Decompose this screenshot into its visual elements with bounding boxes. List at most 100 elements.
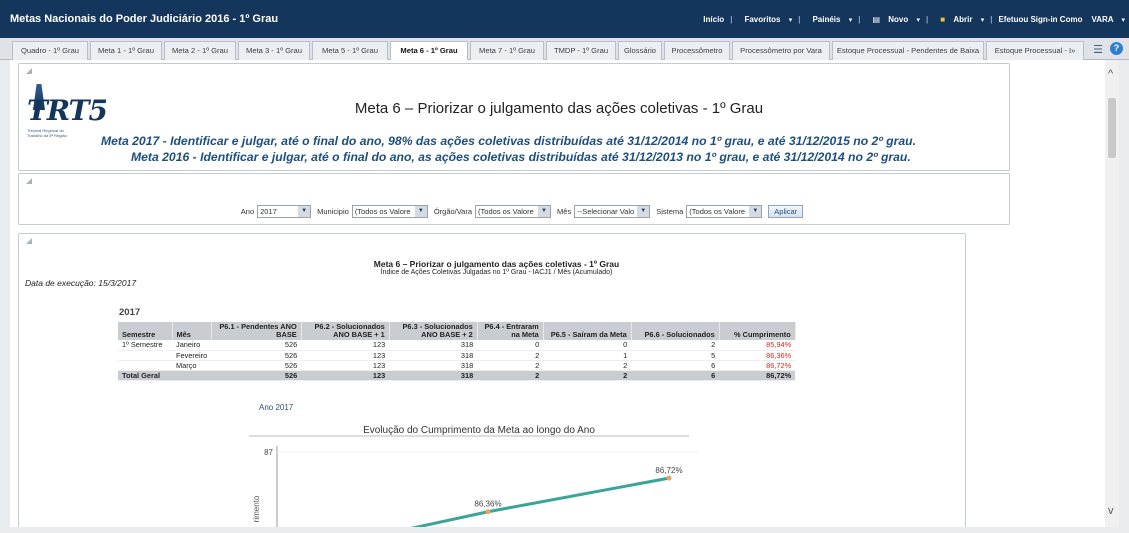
panel-collapse-icon[interactable] <box>26 68 32 74</box>
nav-abrir[interactable]: ■ Abrir ▾ <box>934 15 984 24</box>
cell: 318 <box>389 350 478 361</box>
filter-orgao-value: (Todos os Valore <box>478 207 534 216</box>
filter-mes-value: --Selecionar Valo <box>577 207 635 216</box>
logo-subtitle: Tribunal Regional do Trabalho da 5ª Regi… <box>27 128 67 138</box>
scroll-down-icon[interactable]: v <box>1108 505 1114 517</box>
banner-panel: TRT5 Tribunal Regional do Trabalho da 5ª… <box>18 63 1010 171</box>
cell-percent: 85,94% <box>719 340 796 351</box>
cell: Fevereiro <box>172 350 212 361</box>
filter-sistema-value: (Todos os Valore <box>689 207 746 216</box>
cell: 2 <box>631 340 720 351</box>
tab-tmdp[interactable]: TMDP - 1º Grau <box>546 41 616 60</box>
scroll-up-icon[interactable]: ^ <box>1108 68 1113 80</box>
help-icon[interactable]: ? <box>1110 42 1123 55</box>
nav-novo-label: Novo <box>888 15 909 24</box>
vertical-scrollbar[interactable]: ^ v <box>1105 60 1119 527</box>
tab-meta-2[interactable]: Meta 2 - 1º Grau <box>164 41 236 60</box>
panel-collapse-icon[interactable] <box>26 178 32 184</box>
tab-processometro[interactable]: Processômetro <box>664 41 730 60</box>
filter-orgao-select[interactable]: (Todos os Valore ▼ <box>475 205 552 218</box>
chart-year-label: Ano 2017 <box>259 403 294 412</box>
nav-divider: | <box>990 15 993 24</box>
cell: 526 <box>211 340 302 351</box>
banner-meta-2017: Meta 2017 - Identificar e julgar, até o … <box>101 134 916 148</box>
user-name: VARA <box>1091 15 1114 24</box>
filter-municipio-select[interactable]: (Todos os Valore ▼ <box>351 205 428 218</box>
chevron-down-icon: ▾ <box>788 17 793 24</box>
tab-quadro[interactable]: Quadro - 1º Grau <box>12 41 88 60</box>
filter-ano-value: 2017 <box>260 207 277 216</box>
folder-icon: ■ <box>940 15 946 24</box>
line-chart: 87rimento85,94%86,36%86,72% <box>249 435 699 527</box>
cell: Março <box>172 360 212 371</box>
tab-meta-6[interactable]: Meta 6 - 1º Grau <box>390 41 468 61</box>
cell: 1º Semestre <box>118 340 172 351</box>
cell-percent: 86,36% <box>719 350 796 361</box>
chevron-down-icon: ▾ <box>848 17 853 24</box>
dashboard-tabs: Quadro - 1º Grau Meta 1 - 1º Grau Meta 2… <box>0 38 1129 61</box>
filter-municipio-value: (Todos os Valore <box>354 207 411 216</box>
report-year: 2017 <box>119 307 141 318</box>
filter-ano-select[interactable]: 2017 ▼ <box>257 205 312 218</box>
cell: 318 <box>389 370 478 381</box>
tab-meta-3[interactable]: Meta 3 - 1º Grau <box>238 41 310 60</box>
cell: 123 <box>301 360 390 371</box>
cell: 123 <box>301 350 390 361</box>
chevron-down-icon: ▾ <box>1121 17 1125 24</box>
tab-processometro-vara[interactable]: Processômetro por Vara <box>732 41 830 60</box>
banner-meta-2016: Meta 2016 - Identificar e julgar, até o … <box>131 150 911 164</box>
panel-collapse-icon[interactable] <box>26 238 32 244</box>
nav-novo[interactable]: ▤ Novo ▾ <box>866 15 920 24</box>
col-mes: Mês <box>172 322 212 340</box>
filter-bar: Ano 2017 ▼ Municipio (Todos os Valore ▼ Ór… <box>19 205 1019 218</box>
nav-divider: | <box>798 15 801 24</box>
cell: 2 <box>477 360 544 371</box>
results-table: Semestre Mês P6.1 - Pendentes ANO BASE P… <box>118 322 796 381</box>
cell: 0 <box>543 340 632 351</box>
cell: 2 <box>543 360 632 371</box>
tab-glossario[interactable]: Glossário <box>618 41 662 60</box>
tab-meta-1[interactable]: Meta 1 - 1º Grau <box>90 41 162 60</box>
table-row: 1º Semestre Janeiro 526 123 318 0 0 2 85… <box>118 340 796 351</box>
chevron-down-icon: ▼ <box>637 206 650 217</box>
nav-divider: | <box>858 15 861 24</box>
data-point <box>485 509 491 515</box>
cell: 318 <box>389 360 478 371</box>
data-label: 86,36% <box>474 500 501 509</box>
user-menu[interactable]: VARA ▾ <box>1085 15 1125 24</box>
filter-sistema-select[interactable]: (Todos os Valore ▼ <box>686 205 763 218</box>
nav-favoritos[interactable]: Favoritos ▾ <box>738 15 792 24</box>
col-p65: P6.5 - Saíram da Meta <box>543 322 632 340</box>
cell <box>118 350 172 361</box>
tab-meta-5[interactable]: Meta 5 - 1º Grau <box>312 41 388 60</box>
scroll-thumb[interactable] <box>1108 98 1116 158</box>
tab-estoque-processual[interactable]: Estoque Processual - I» <box>986 41 1084 60</box>
report-panel: Meta 6 – Priorizar o julgamento das açõe… <box>18 233 966 527</box>
y-tick-label: 87 <box>264 448 273 457</box>
col-p61: P6.1 - Pendentes ANO BASE <box>211 322 302 340</box>
filter-mes-label: Mês <box>557 207 572 216</box>
col-semestre: Semestre <box>118 322 173 340</box>
cell: 6 <box>631 360 720 371</box>
top-bar: Metas Nacionais do Poder Judiciário 2016… <box>0 0 1129 38</box>
chevron-down-icon: ▼ <box>749 206 762 217</box>
data-point <box>666 475 672 481</box>
col-cumprimento: % Cumprimento <box>719 322 796 340</box>
execution-date: Data de execução: 15/3/2017 <box>25 278 137 288</box>
apply-button[interactable]: Aplicar <box>768 205 804 218</box>
top-nav: Início | Favoritos ▾ | Painéis ▾ | ▤ Nov… <box>697 15 1125 24</box>
cell: 0 <box>477 340 544 351</box>
tab-estoque-pendentes[interactable]: Estoque Processual - Pendentes de Baixa <box>832 41 984 60</box>
cell-percent: 86,72% <box>719 370 796 381</box>
nav-inicio[interactable]: Início <box>703 15 724 24</box>
table-total-row: Total Geral 526 123 318 2 2 6 86,72% <box>118 370 796 381</box>
cell: 123 <box>301 340 390 351</box>
cell: 123 <box>301 370 390 381</box>
filter-municipio-label: Municipio <box>317 207 349 216</box>
cell: 2 <box>477 350 544 361</box>
filter-mes-select[interactable]: --Selecionar Valo ▼ <box>574 205 651 218</box>
table-row: Fevereiro 526 123 318 2 1 5 86,36% <box>118 350 796 361</box>
tab-list-icon[interactable]: ☰ <box>1093 43 1103 56</box>
tab-meta-7[interactable]: Meta 7 - 1º Grau <box>470 41 544 60</box>
nav-paineis[interactable]: Painéis ▾ <box>806 15 852 24</box>
